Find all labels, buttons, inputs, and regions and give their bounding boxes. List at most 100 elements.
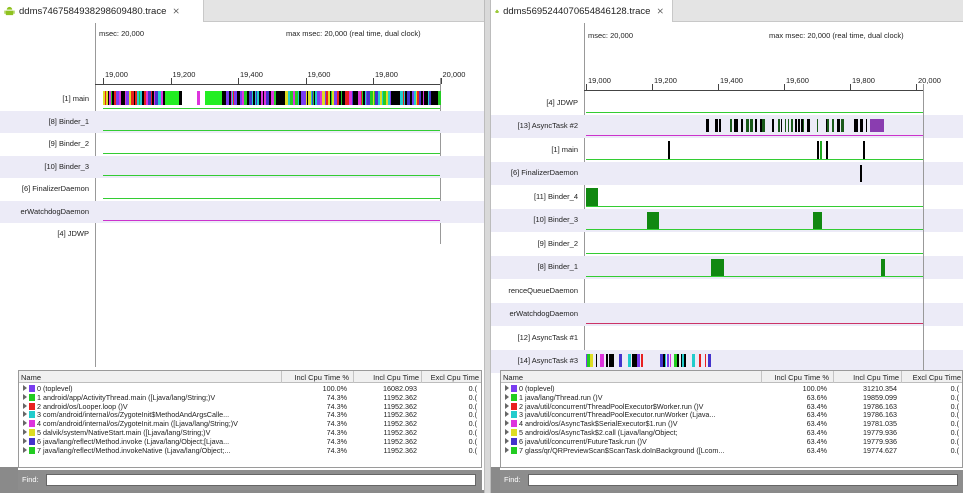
left-trace-editor: ddms7467584938298609480.trace ⨯ msec: 20… <box>0 0 484 493</box>
right-find-bar: Find: <box>500 470 963 490</box>
activity-segment <box>750 118 753 132</box>
right-trace-tab[interactable]: ddms5695244070654846128.trace ⨯ <box>491 0 673 22</box>
incl-cpu-time: 11952.362 <box>383 436 417 446</box>
expand-arrow-icon[interactable] <box>23 429 27 435</box>
timeline-end-line <box>923 90 924 372</box>
column-separator[interactable] <box>281 371 282 383</box>
activity-segment <box>817 141 819 159</box>
thread-track <box>103 197 440 199</box>
column-header[interactable]: Excl Cpu Time <box>423 373 479 382</box>
find-input[interactable] <box>528 474 958 486</box>
column-header[interactable]: Excl Cpu Time <box>903 373 961 382</box>
left-trace-tab[interactable]: ddms7467584938298609480.trace ⨯ <box>0 0 204 22</box>
expand-arrow-icon[interactable] <box>23 393 27 400</box>
thread-label[interactable]: [9] Binder_2 <box>0 139 95 148</box>
activity-segment <box>781 118 782 132</box>
incl-cpu-time: 19859.099 <box>863 392 897 402</box>
table-row[interactable]: 4 com/android/internal/os/ZygoteInit.mai… <box>19 419 481 428</box>
thread-label[interactable]: [4] JDWP <box>0 229 95 238</box>
table-row[interactable]: 4 android/os/AsyncTask$SerialExecutor$1.… <box>501 419 962 428</box>
right-trace-editor: ddms5695244070654846128.trace ⨯ msec: 20… <box>491 0 963 493</box>
column-separator[interactable] <box>761 371 762 383</box>
expand-arrow-icon[interactable] <box>23 437 27 444</box>
column-separator[interactable] <box>901 371 902 383</box>
incl-cpu-percent: 63.4% <box>806 436 827 446</box>
excl-cpu-time: 0.( <box>950 445 959 455</box>
color-swatch <box>511 429 517 436</box>
table-row[interactable]: 0 (toplevel) 100.0% 16082.093 0.( <box>19 384 481 393</box>
close-icon[interactable]: ⨯ <box>656 6 664 17</box>
table-row[interactable]: 2 java/util/concurrent/ThreadPoolExecuto… <box>501 402 962 411</box>
editor-divider[interactable] <box>484 0 491 493</box>
expand-arrow-icon[interactable] <box>23 402 27 409</box>
thread-label[interactable]: [10] Binder_3 <box>0 162 95 171</box>
thread-label[interactable]: [6] FinalizerDaemon <box>0 184 95 193</box>
thread-track <box>103 175 440 176</box>
table-row[interactable]: 6 java/lang/reflect/Method.invoke (Ljava… <box>19 437 481 446</box>
thread-label[interactable]: [8] Binder_1 <box>0 117 95 126</box>
table-row[interactable]: 2 android/os/Looper.loop ()V 74.3% 11952.3… <box>19 402 481 411</box>
thread-label[interactable]: renceQueueDaemon <box>491 286 584 295</box>
right-profile-table[interactable]: Name Incl Cpu Time % Incl Cpu Time Excl Cpu… <box>500 370 963 468</box>
table-row[interactable]: 7 glass/qr/QRPreviewScan$ScanTask.doInBa… <box>501 446 962 455</box>
expand-arrow-icon[interactable] <box>505 429 509 435</box>
thread-label[interactable]: [10] Binder_3 <box>491 215 584 224</box>
column-header[interactable]: Incl Cpu Time <box>835 373 899 382</box>
expand-arrow-icon[interactable] <box>505 385 509 391</box>
column-header[interactable]: Name <box>21 373 41 382</box>
thread-track <box>586 111 923 113</box>
expand-arrow-icon[interactable] <box>505 446 509 453</box>
table-row[interactable]: 6 java/util/concurrent/FutureTask.run ()… <box>501 437 962 446</box>
table-row[interactable]: 5 dalvik/system/NativeStart.main ([Ljava… <box>19 428 481 437</box>
expand-arrow-icon[interactable] <box>23 385 27 391</box>
activity-segment <box>692 353 695 367</box>
label-column-separator <box>95 23 96 367</box>
activity-segment <box>667 353 669 367</box>
table-row[interactable]: 3 java/util/concurrent/ThreadPoolExecuto… <box>501 410 962 419</box>
expand-arrow-icon[interactable] <box>505 420 509 427</box>
column-separator[interactable] <box>421 371 422 383</box>
left-tab-title: ddms7467584938298609480.trace <box>19 5 167 17</box>
thread-label[interactable]: [13] AsyncTask #2 <box>491 121 584 130</box>
table-row[interactable]: 5 android/os/AsyncTask$2.call (Ljava/lan… <box>501 428 962 437</box>
expand-arrow-icon[interactable] <box>505 402 509 409</box>
table-row[interactable]: 0 (toplevel) 100.0% 31210.354 0.( <box>501 384 962 393</box>
table-row[interactable]: 1 java/lang/Thread.run ()V 63.6% 19859.099… <box>501 393 962 402</box>
left-profile-table[interactable]: Name Incl Cpu Time % Incl Cpu Time Excl Cpu… <box>18 370 482 468</box>
thread-label[interactable]: [11] Binder_4 <box>491 192 584 201</box>
thread-label[interactable]: [8] Binder_1 <box>491 262 584 271</box>
expand-arrow-icon[interactable] <box>23 411 27 418</box>
thread-label[interactable]: [1] main <box>491 145 584 154</box>
expand-arrow-icon[interactable] <box>23 446 27 453</box>
activity-segment <box>641 353 643 367</box>
table-row[interactable]: 3 com/android/internal/os/ZygoteInit$Met… <box>19 410 481 419</box>
expand-arrow-icon[interactable] <box>505 437 509 444</box>
excl-cpu-time: 0.( <box>950 436 959 446</box>
thread-label[interactable]: [4] JDWP <box>491 98 584 107</box>
thread-label[interactable]: [6] FinalizerDaemon <box>491 168 584 177</box>
column-header[interactable]: Name <box>503 373 523 382</box>
expand-arrow-icon[interactable] <box>505 393 509 400</box>
thread-label[interactable]: erWatchdogDaemon <box>0 207 95 216</box>
incl-cpu-time: 19786.163 <box>863 401 897 411</box>
activity-segment <box>606 353 608 367</box>
thread-track <box>103 130 440 131</box>
thread-label[interactable]: [9] Binder_2 <box>491 239 584 248</box>
thread-label[interactable]: erWatchdogDaemon <box>491 309 584 318</box>
expand-arrow-icon[interactable] <box>23 420 27 427</box>
table-row[interactable]: 1 android/app/ActivityThread.main ([Ljav… <box>19 393 481 402</box>
thread-label[interactable]: [1] main <box>0 94 95 103</box>
column-separator[interactable] <box>353 371 354 383</box>
table-row[interactable]: 7 java/lang/reflect/Method.invokeNative … <box>19 446 481 455</box>
column-header[interactable]: Incl Cpu Time % <box>763 373 829 382</box>
close-icon[interactable]: ⨯ <box>172 6 180 17</box>
column-separator[interactable] <box>833 371 834 383</box>
find-input[interactable] <box>46 474 476 486</box>
thread-track <box>586 276 923 277</box>
thread-label[interactable]: [14] AsyncTask #3 <box>491 356 584 365</box>
column-header[interactable]: Incl Cpu Time % <box>283 373 349 382</box>
column-header[interactable]: Incl Cpu Time <box>355 373 419 382</box>
incl-cpu-time: 19779.936 <box>863 428 897 437</box>
thread-label[interactable]: [12] AsyncTask #1 <box>491 333 584 342</box>
expand-arrow-icon[interactable] <box>505 411 509 418</box>
